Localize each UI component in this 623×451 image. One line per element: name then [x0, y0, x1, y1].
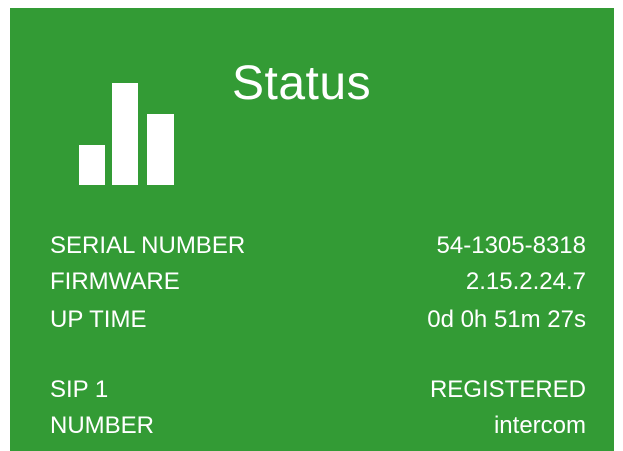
bar-chart-icon-bar [79, 145, 105, 185]
status-tile[interactable]: Status SERIAL NUMBER 54-1305-8318 FIRMWA… [10, 8, 614, 451]
info-row-firmware: FIRMWARE 2.15.2.24.7 [50, 267, 586, 297]
info-value: REGISTERED [429, 376, 586, 403]
info-value: 0d 0h 51m 27s [427, 306, 586, 333]
info-row-up-time: UP TIME 0d 0h 51m 27s [50, 305, 586, 335]
info-row-serial-number: SERIAL NUMBER 54-1305-8318 [50, 231, 586, 261]
info-label: NUMBER [50, 412, 155, 439]
tile-title: Status [232, 57, 372, 110]
info-label: SERIAL NUMBER [50, 232, 246, 259]
info-value: intercom [493, 412, 586, 439]
info-value: 54-1305-8318 [436, 232, 586, 259]
info-label: SIP 1 [50, 376, 109, 403]
info-label: UP TIME [50, 306, 147, 333]
info-value: 2.15.2.24.7 [465, 268, 586, 295]
bar-chart-icon [79, 83, 179, 185]
info-row-number: NUMBER intercom [50, 411, 586, 441]
info-row-sip-1: SIP 1 REGISTERED [50, 375, 586, 405]
info-label: FIRMWARE [50, 268, 180, 295]
bar-chart-icon-bar [147, 114, 174, 185]
bar-chart-icon-bar [112, 83, 138, 185]
